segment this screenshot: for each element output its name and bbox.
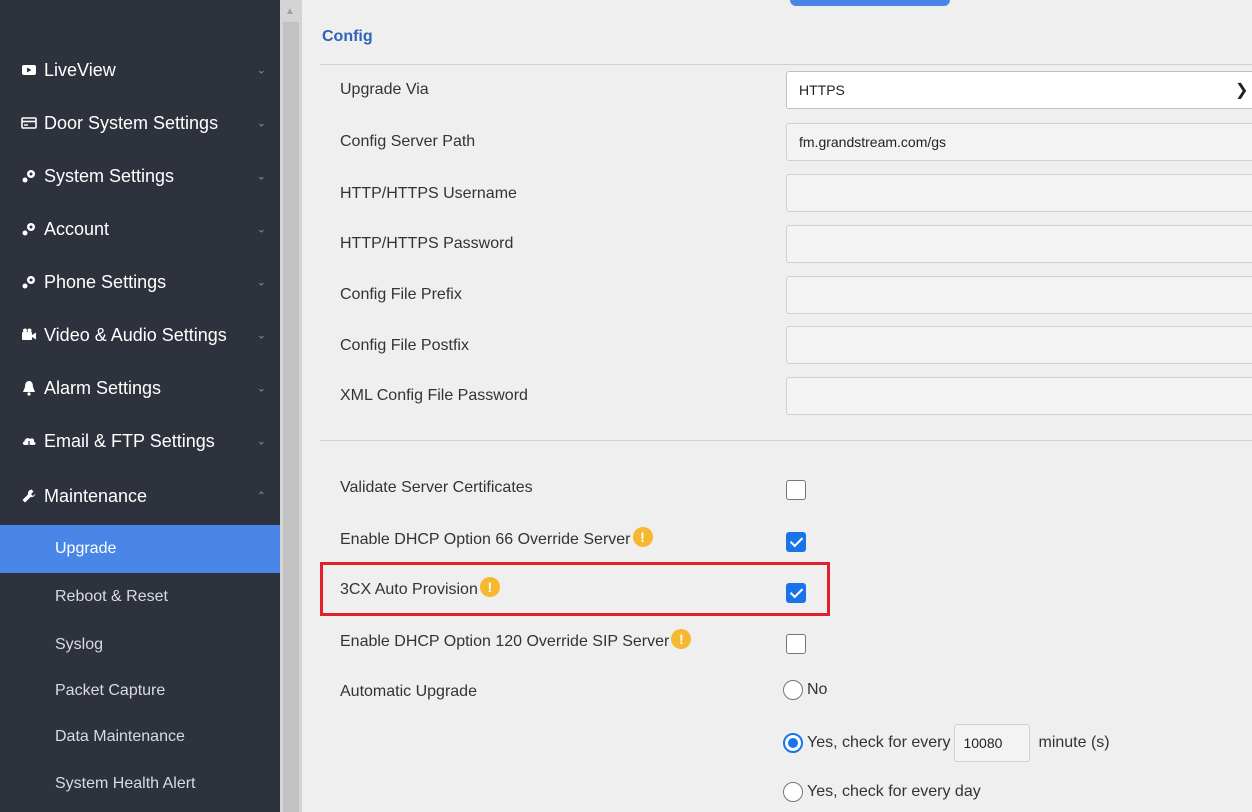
validate-certs-label: Validate Server Certificates <box>340 479 533 496</box>
http-password-input[interactable] <box>786 225 1252 263</box>
config-file-postfix-input[interactable] <box>786 326 1252 364</box>
config-file-prefix-label: Config File Prefix <box>340 286 462 303</box>
xml-config-password-input[interactable] <box>786 377 1252 415</box>
submenu-data-maintenance[interactable]: Data Maintenance <box>0 713 280 761</box>
radio-no-label: No <box>807 681 828 698</box>
menu-label: Video & Audio Settings <box>44 324 227 345</box>
config-file-postfix-label: Config File Postfix <box>340 337 469 354</box>
gears-icon <box>20 273 38 291</box>
submenu-label: Syslog <box>55 636 104 653</box>
xml-config-password-label: XML Config File Password <box>340 387 528 404</box>
menu-maintenance[interactable]: Maintenance ⌃ <box>0 470 280 522</box>
upgrade-via-label: Upgrade Via <box>340 81 429 98</box>
gears-icon <box>20 220 38 238</box>
submenu-label: Data Maintenance <box>55 728 185 745</box>
radio-no[interactable] <box>783 680 803 700</box>
submenu-syslog[interactable]: Syslog <box>0 621 280 669</box>
dhcp66-checkbox[interactable] <box>786 532 806 552</box>
submenu-system-health-alert[interactable]: System Health Alert <box>0 760 280 808</box>
minutes-input[interactable] <box>954 724 1031 762</box>
menu-label: System Settings <box>44 165 175 186</box>
sidebar: LiveView ⌄ Door System Settings ⌄ System… <box>0 0 280 812</box>
radio-every-day-row: Yes, check for every day <box>783 782 981 802</box>
main-content: Config Upgrade Via HTTPS ❯ Config Server… <box>302 0 1252 812</box>
warning-icon[interactable]: ! <box>632 527 653 547</box>
sidebar-scrollbar[interactable]: ▲ <box>280 0 302 812</box>
divider <box>320 64 1252 65</box>
upgrade-via-select[interactable]: HTTPS ❯ <box>786 71 1252 109</box>
http-password-label: HTTP/HTTPS Password <box>340 235 514 252</box>
chevron-down-icon: ⌄ <box>256 435 266 448</box>
submenu-label: Packet Capture <box>55 682 166 699</box>
dhcp120-label-text: Enable DHCP Option 120 Override SIP Serv… <box>340 633 670 650</box>
chevron-down-icon: ⌄ <box>256 64 266 77</box>
radio-every-suffix: minute (s) <box>1038 734 1110 751</box>
menu-system-settings[interactable]: System Settings ⌄ <box>0 150 280 202</box>
chevron-down-icon: ⌄ <box>256 223 266 236</box>
chevron-down-icon: ⌄ <box>256 382 266 395</box>
menu-label: Alarm Settings <box>44 377 162 398</box>
divider <box>320 440 1252 441</box>
dhcp120-label: Enable DHCP Option 120 Override SIP Serv… <box>340 629 692 652</box>
menu-label: Maintenance <box>44 485 148 506</box>
http-username-input[interactable] <box>786 174 1252 212</box>
chevron-down-icon: ⌄ <box>256 329 266 342</box>
menu-label: Phone Settings <box>44 271 167 292</box>
auto-provision-label: 3CX Auto Provision ! <box>340 577 500 600</box>
radio-every-prefix: Yes, check for every <box>807 734 951 751</box>
dhcp66-label-text: Enable DHCP Option 66 Override Server <box>340 531 631 548</box>
auto-provision-label-text: 3CX Auto Provision <box>340 581 478 598</box>
chevron-up-icon: ⌃ <box>256 490 266 503</box>
top-action-button[interactable] <box>790 0 950 6</box>
submenu-upgrade[interactable]: Upgrade <box>0 525 280 573</box>
menu-account[interactable]: Account ⌄ <box>0 203 280 255</box>
section-title: Config <box>322 28 373 45</box>
chevron-down-icon: ⌄ <box>256 170 266 183</box>
door-card-icon <box>20 114 38 132</box>
warning-icon[interactable]: ! <box>479 577 500 597</box>
config-server-path-label: Config Server Path <box>340 133 476 150</box>
menu-video-audio-settings[interactable]: Video & Audio Settings ⌄ <box>0 309 280 361</box>
submenu-label: Reboot & Reset <box>55 588 168 605</box>
submenu-label: Upgrade <box>55 540 117 557</box>
radio-no-row: No <box>783 680 827 700</box>
dhcp120-checkbox[interactable] <box>786 634 806 654</box>
scroll-up-arrow-icon[interactable]: ▲ <box>285 6 295 17</box>
camera-icon <box>20 326 38 344</box>
bell-icon <box>20 379 38 397</box>
radio-every-minutes[interactable] <box>783 733 803 753</box>
config-server-path-input[interactable] <box>786 123 1252 161</box>
menu-alarm-settings[interactable]: Alarm Settings ⌄ <box>0 362 280 414</box>
menu-label: Door System Settings <box>44 112 219 133</box>
menu-phone-settings[interactable]: Phone Settings ⌄ <box>0 256 280 308</box>
submenu-reboot-reset[interactable]: Reboot & Reset <box>0 573 280 621</box>
radio-every-row: Yes, check for every minute (s) <box>783 724 1110 762</box>
automatic-upgrade-label: Automatic Upgrade <box>340 683 477 700</box>
menu-label: Account <box>44 218 110 239</box>
submenu-label: System Health Alert <box>55 775 196 792</box>
config-file-prefix-input[interactable] <box>786 276 1252 314</box>
validate-certs-checkbox[interactable] <box>786 480 806 500</box>
menu-liveview[interactable]: LiveView ⌄ <box>0 44 280 96</box>
wrench-icon <box>20 487 38 505</box>
menu-email-ftp-settings[interactable]: Email & FTP Settings ⌄ <box>0 415 280 467</box>
http-username-label: HTTP/HTTPS Username <box>340 185 517 202</box>
chevron-down-icon: ❯ <box>1235 82 1249 99</box>
menu-label: LiveView <box>44 59 116 80</box>
chevron-down-icon: ⌄ <box>256 276 266 289</box>
video-icon <box>20 61 38 79</box>
submenu-packet-capture[interactable]: Packet Capture <box>0 667 280 715</box>
gears-icon <box>20 167 38 185</box>
radio-every-day[interactable] <box>783 782 803 802</box>
menu-door-system-settings[interactable]: Door System Settings ⌄ <box>0 97 280 149</box>
menu-label: Email & FTP Settings <box>44 430 215 451</box>
dhcp66-label: Enable DHCP Option 66 Override Server ! <box>340 527 653 550</box>
scrollbar-thumb[interactable] <box>283 22 299 812</box>
cloud-icon <box>20 432 38 450</box>
warning-icon[interactable]: ! <box>671 629 692 649</box>
upgrade-via-value: HTTPS <box>799 82 845 98</box>
chevron-down-icon: ⌄ <box>256 117 266 130</box>
radio-every-day-label: Yes, check for every day <box>807 783 981 800</box>
auto-provision-checkbox[interactable] <box>786 583 806 603</box>
